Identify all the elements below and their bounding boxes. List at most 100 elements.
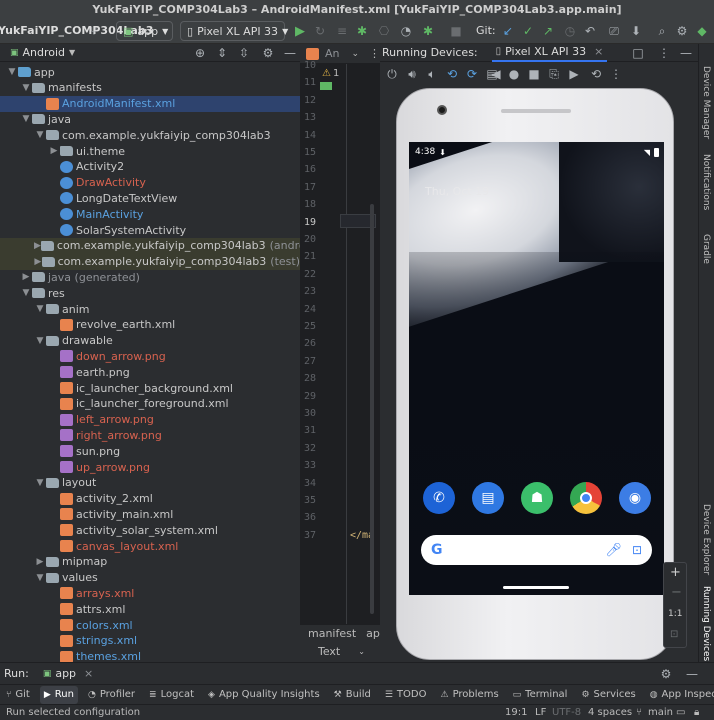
chevron-down-icon[interactable]: ▼	[69, 48, 75, 57]
tree-item[interactable]: activity_main.xml	[0, 506, 300, 522]
more-options-icon[interactable]: ⋮	[656, 45, 672, 61]
more-run-icon[interactable]: ✱	[420, 23, 436, 39]
screenshot-icon[interactable]: ⎘	[546, 66, 562, 82]
chevron-down-icon[interactable]: ▼	[6, 67, 18, 77]
minimize-icon[interactable]: —	[684, 666, 700, 682]
tree-item[interactable]: AndroidManifest.xml	[0, 95, 300, 112]
screen-record-icon[interactable]: ▶	[566, 66, 582, 82]
indent-setting[interactable]: 4 spaces	[588, 707, 632, 718]
tool-window-services[interactable]: ⚙ Services	[577, 686, 639, 704]
tool-window-build[interactable]: ⚒ Build	[330, 686, 375, 704]
chevron-down-icon[interactable]: ▼	[20, 288, 32, 298]
git-branch[interactable]: main	[648, 707, 673, 718]
tree-item[interactable]: down_arrow.png	[0, 348, 300, 364]
volume-up-icon[interactable]: 🔊︎	[404, 66, 420, 82]
new-tab-icon[interactable]: □	[630, 45, 646, 61]
tree-item[interactable]: ▼ drawable	[0, 333, 300, 349]
chevron-down-icon[interactable]: ▼	[34, 130, 46, 140]
tree-item[interactable]: ▼ anim	[0, 301, 300, 317]
collapse-all-icon[interactable]: ⇳	[236, 45, 252, 61]
rerun-icon[interactable]: ↻	[312, 23, 328, 39]
stop-icon[interactable]: ■	[448, 23, 464, 39]
chevron-down-icon[interactable]: ▼	[20, 114, 32, 124]
zoom-in-button[interactable]: +	[670, 565, 681, 580]
tree-item[interactable]: ▼ com.example.yukfaiyip_comp304lab3	[0, 127, 300, 143]
more-options-icon[interactable]: ⋮	[608, 66, 624, 82]
tree-item[interactable]: sun.png	[0, 443, 300, 459]
home-icon[interactable]: ●	[506, 66, 522, 82]
close-icon[interactable]: ×	[594, 45, 603, 58]
inspection-warning[interactable]: ⚠ 1	[322, 68, 339, 79]
tree-item[interactable]: ▼ layout	[0, 475, 300, 491]
tree-item[interactable]: ▶ com.example.yukfaiyip_comp304lab3 (test)	[0, 253, 300, 270]
tree-item[interactable]: left_arrow.png	[0, 412, 300, 428]
caret-position[interactable]: 19:1	[505, 707, 527, 718]
tree-item[interactable]: strings.xml	[0, 633, 300, 649]
breadcrumb-item[interactable]: manifest	[308, 627, 356, 640]
tool-window-profiler[interactable]: ◔ Profiler	[84, 686, 139, 704]
tree-item[interactable]: themes.xml	[0, 649, 300, 662]
lens-icon[interactable]: ⊡	[632, 543, 642, 557]
rotate-left-icon[interactable]: ⟲	[444, 66, 460, 82]
git-history-icon[interactable]: ◷	[562, 23, 578, 39]
line-separator[interactable]: LF	[535, 707, 546, 718]
minimize-icon[interactable]: —	[282, 45, 298, 61]
lock-icon[interactable]: 🔒︎	[694, 707, 699, 718]
chevron-down-icon[interactable]: ▼	[34, 336, 46, 346]
tree-item[interactable]: ▼ manifests	[0, 80, 300, 96]
camera-app-icon[interactable]: ◉	[619, 482, 651, 514]
device-tab[interactable]: ▯ Pixel XL API 33 ×	[491, 44, 608, 62]
tree-item[interactable]: MainActivity	[0, 206, 300, 222]
close-icon[interactable]: ×	[84, 667, 93, 680]
mic-icon[interactable]: 🎤︎	[605, 543, 622, 558]
power-icon[interactable]: ⏻	[384, 66, 400, 82]
editor-scrollbar[interactable]	[370, 204, 374, 614]
tree-item[interactable]: Activity2	[0, 159, 300, 175]
tree-item[interactable]: revolve_earth.xml	[0, 317, 300, 333]
chevron-down-icon[interactable]: ▼	[34, 478, 46, 488]
phone-app-icon[interactable]: ✆	[423, 482, 455, 514]
apply-changes-icon[interactable]: ≡	[334, 23, 350, 39]
tree-item[interactable]: SolarSystemActivity	[0, 222, 300, 238]
tree-item[interactable]: ▶ ui.theme	[0, 143, 300, 159]
tree-item[interactable]: ▼ values	[0, 570, 300, 586]
breadcrumb-item[interactable]: ap	[366, 627, 380, 640]
run-icon[interactable]: ▶	[292, 23, 308, 39]
search-icon[interactable]: ⌕	[654, 23, 670, 39]
overview-icon[interactable]: ■	[526, 66, 542, 82]
project-view-selector[interactable]: Android	[23, 46, 66, 59]
notifications-tool[interactable]: Notifications	[701, 154, 711, 210]
tree-item[interactable]: ic_launcher_background.xml	[0, 380, 300, 396]
tool-window-app-quality-insights[interactable]: ◈ App Quality Insights	[204, 686, 324, 704]
chevron-right-icon[interactable]: ▶	[34, 257, 42, 267]
sdk-manager-icon[interactable]: ⬇	[628, 23, 644, 39]
locate-icon[interactable]: ⊕	[192, 45, 208, 61]
zoom-fit-button[interactable]: ⊡	[670, 629, 678, 640]
rotate-right-icon[interactable]: ⟳	[464, 66, 480, 82]
run-config-selector[interactable]: ▣ app ▼	[116, 21, 173, 41]
git-rollback-icon[interactable]: ↶	[582, 23, 598, 39]
tree-item[interactable]: ▶ mipmap	[0, 554, 300, 570]
tree-item[interactable]: attrs.xml	[0, 601, 300, 617]
tool-window-app-inspection[interactable]: ◍App Inspection	[646, 686, 714, 704]
tabs-dropdown-icon[interactable]: ⌄	[352, 49, 360, 59]
tree-item[interactable]: ▼ res	[0, 285, 300, 301]
chevron-right-icon[interactable]: ▶	[34, 557, 46, 567]
google-search-bar[interactable]: G 🎤︎ ⊡	[421, 535, 652, 565]
device-explorer-tool[interactable]: Device Explorer	[701, 504, 711, 575]
run-config-tab[interactable]: ▣ app	[43, 667, 76, 680]
gradle-tool[interactable]: Gradle	[701, 234, 711, 264]
git-push-icon[interactable]: ↗	[540, 23, 556, 39]
tree-item[interactable]: ▶ com.example.yukfaiyip_comp304lab3(andro…	[0, 237, 300, 254]
tree-item[interactable]: ▼ java	[0, 111, 300, 127]
tool-window-git[interactable]: ⑂ Git	[2, 686, 34, 704]
tree-item[interactable]: ▼ app	[0, 64, 300, 80]
gesture-nav-bar[interactable]	[503, 586, 569, 589]
messages-app-icon[interactable]: ▤	[472, 482, 504, 514]
vcs-menu-icon[interactable]: ⑂	[86, 23, 102, 39]
tool-window-problems[interactable]: ⚠ Problems	[436, 686, 502, 704]
attach-debugger-icon[interactable]: ⎔	[376, 23, 392, 39]
running-devices-tool[interactable]: Running Devices	[701, 586, 711, 661]
tree-item[interactable]: ▶ java (generated)	[0, 269, 300, 285]
minimize-icon[interactable]: —	[678, 45, 694, 61]
